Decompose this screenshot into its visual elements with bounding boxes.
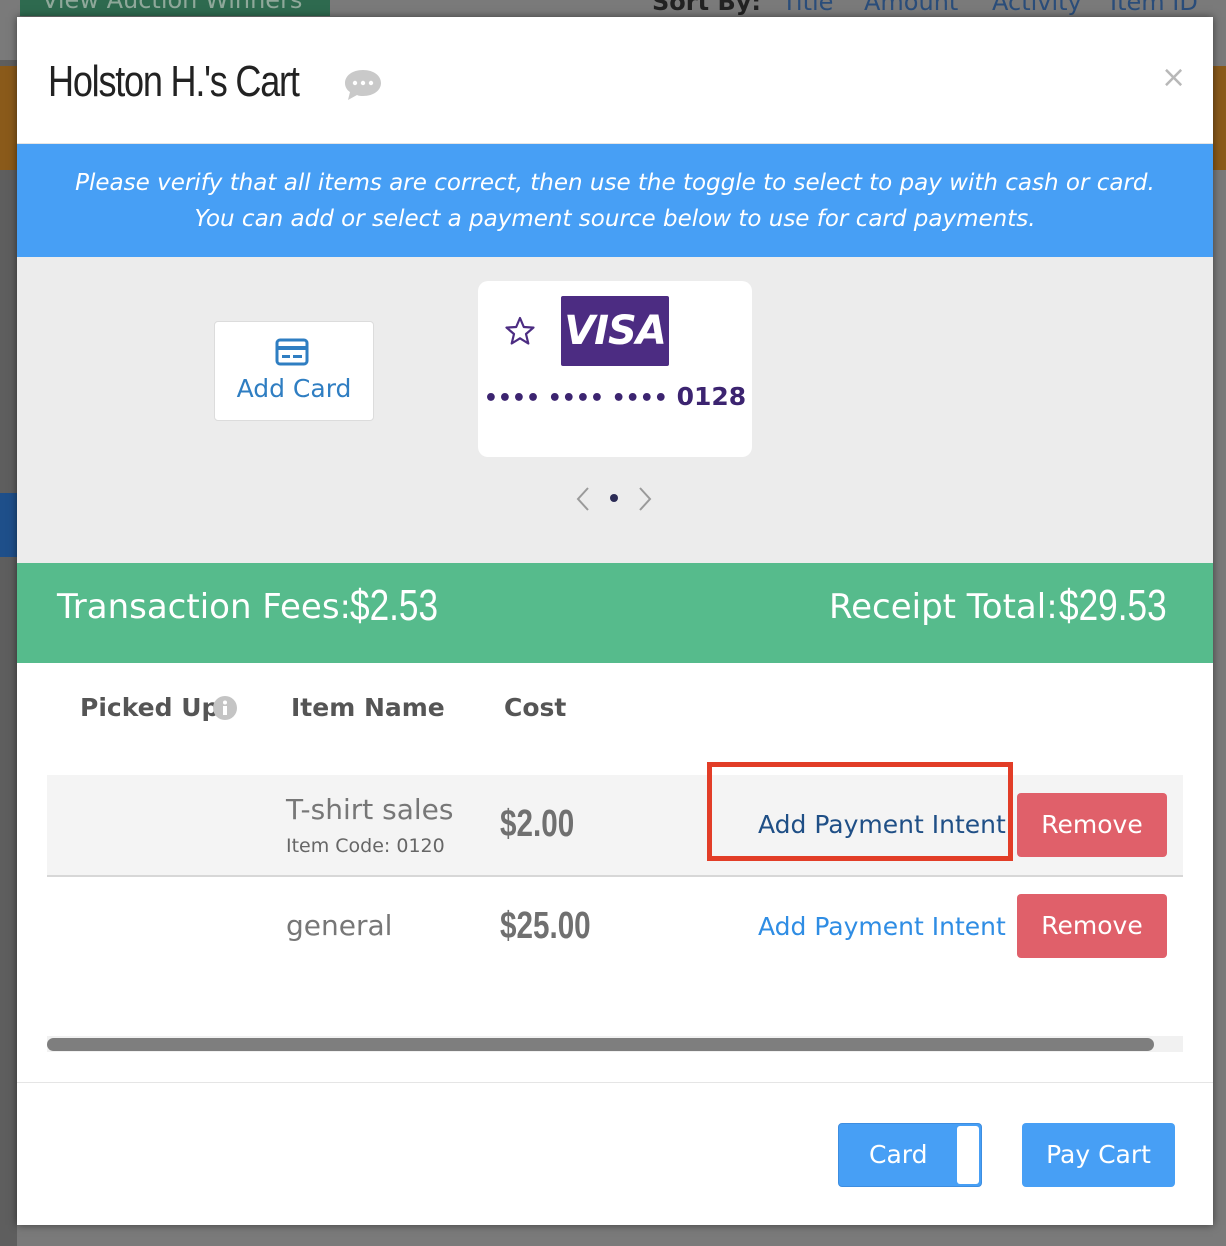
modal-title: Holston H.'s Cart [48, 57, 300, 106]
modal-header: Holston H.'s Cart × [17, 17, 1213, 144]
toggle-label: Card [869, 1140, 928, 1169]
remove-button[interactable]: Remove [1017, 894, 1167, 958]
receipt-total-value: $29.53 [1059, 581, 1167, 630]
background-orange-band [0, 66, 17, 170]
item-cost: $2.00 [500, 803, 575, 845]
table-row: general $25.00 Add Payment Intent Remove [47, 877, 1183, 977]
credit-card-icon [275, 338, 309, 366]
saved-card-visa[interactable]: VISA •••• •••• •••• 0128 [478, 281, 752, 457]
card-last4: 0128 [676, 382, 747, 411]
sort-activity-link: Activity [992, 0, 1082, 16]
remove-button[interactable]: Remove [1017, 793, 1167, 857]
header-picked-up: Picked Up [80, 693, 220, 722]
carousel-indicator-dot[interactable] [610, 494, 618, 502]
chevron-right-icon[interactable] [637, 485, 653, 513]
toggle-knob[interactable] [957, 1126, 979, 1184]
transaction-fees-label: Transaction Fees: [57, 587, 352, 627]
transaction-fees-value: $2.53 [350, 581, 439, 630]
item-name: T-shirt sales [286, 793, 454, 826]
background-left-strip [0, 60, 17, 1246]
cart-modal: Holston H.'s Cart × Please verify that a… [17, 17, 1213, 1225]
header-item-name: Item Name [291, 693, 445, 722]
scrollbar-thumb[interactable] [47, 1038, 1154, 1051]
chat-bubble-icon[interactable] [343, 67, 383, 103]
add-payment-intent-link[interactable]: Add Payment Intent [758, 912, 1006, 941]
info-icon[interactable] [212, 695, 238, 721]
star-icon[interactable] [504, 315, 536, 347]
view-auction-winners-button: View Auction Winners [20, 0, 330, 16]
pay-cart-button[interactable]: Pay Cart [1022, 1123, 1175, 1187]
banner-line-2: You can add or select a payment source b… [194, 206, 1036, 232]
item-code: Item Code: 0120 [286, 835, 445, 857]
sort-by-label: Sort By: [652, 0, 761, 16]
sort-itemid-link: Item ID [1110, 0, 1198, 16]
item-name: general [286, 909, 393, 942]
totals-bar: Transaction Fees: $2.53 Receipt Total: $… [17, 563, 1213, 663]
cart-items-table: Picked Up Item Name Cost T-shirt sales I… [47, 663, 1183, 1083]
background-orange-band-right [1212, 66, 1226, 170]
chevron-left-icon[interactable] [575, 485, 591, 513]
highlight-annotation-box [707, 762, 1013, 861]
cash-card-toggle[interactable]: Card [838, 1123, 982, 1187]
horizontal-scrollbar[interactable] [47, 1036, 1183, 1052]
sort-amount-link: Amount [864, 0, 959, 16]
card-number: •••• •••• •••• 0128 [478, 382, 752, 411]
add-card-button[interactable]: Add Card [214, 321, 374, 421]
modal-footer: Card Pay Cart [17, 1082, 1213, 1226]
info-banner: Please verify that all items are correct… [17, 144, 1213, 257]
sort-title-link: Title [782, 0, 834, 16]
banner-line-1: Please verify that all items are correct… [75, 170, 1155, 196]
card-number-mask: •••• •••• •••• [483, 386, 668, 411]
payment-sources-area: Add Card VISA •••• •••• •••• 0128 [17, 257, 1213, 563]
background-blue-tab [0, 493, 17, 557]
close-icon[interactable]: × [1161, 63, 1186, 93]
visa-logo: VISA [561, 296, 669, 366]
add-card-label: Add Card [236, 374, 352, 403]
item-cost: $25.00 [500, 905, 591, 947]
receipt-total-label: Receipt Total: [829, 587, 1058, 627]
header-cost: Cost [504, 693, 567, 722]
